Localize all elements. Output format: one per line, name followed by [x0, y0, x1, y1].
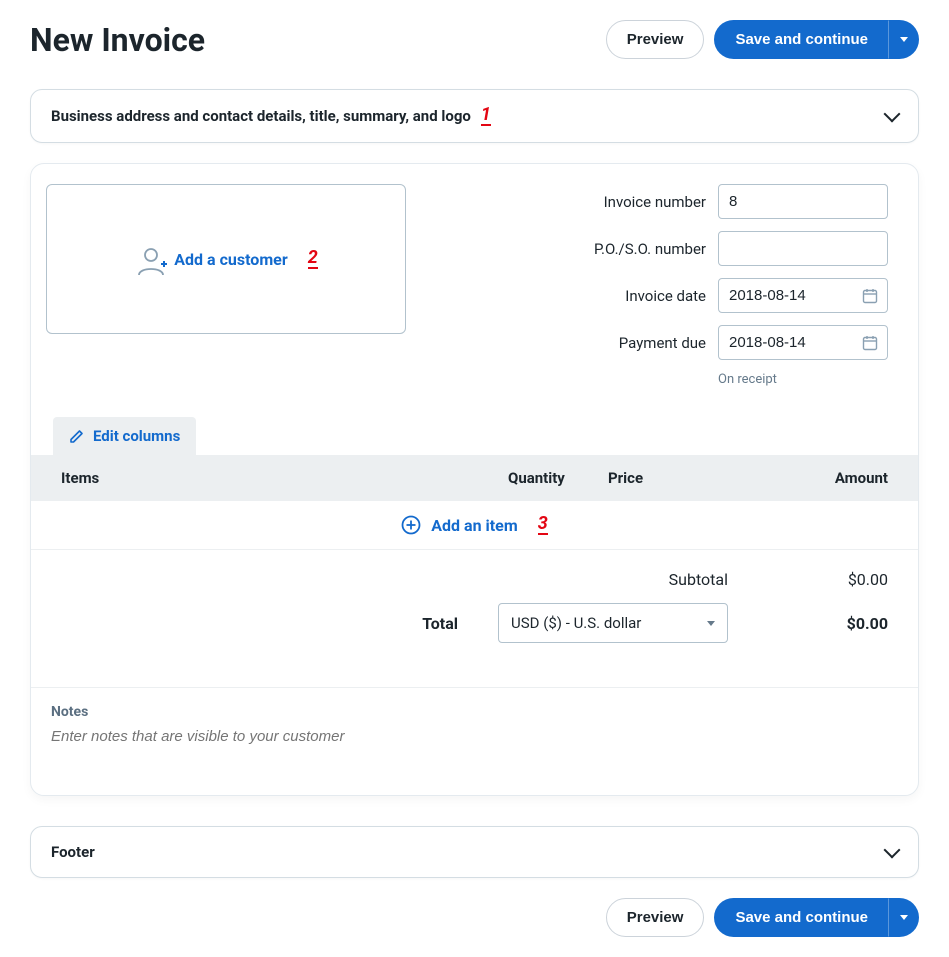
preview-button-footer[interactable]: Preview [606, 898, 705, 937]
col-header-quantity: Quantity [508, 469, 608, 487]
calendar-icon[interactable] [862, 288, 878, 304]
add-customer-label: Add a customer [174, 250, 287, 269]
caret-down-icon [707, 621, 715, 626]
edit-columns-label: Edit columns [93, 427, 180, 445]
poso-label: P.O./S.O. number [546, 240, 706, 258]
line-items-header: Items Quantity Price Amount [31, 455, 918, 501]
save-split-button: Save and continue [714, 20, 919, 59]
business-details-label: Business address and contact details, ti… [51, 106, 491, 126]
footer-panel-label: Footer [51, 843, 95, 861]
currency-select[interactable]: USD ($) - U.S. dollar [498, 603, 728, 643]
col-header-price: Price [608, 469, 758, 487]
add-item-label: Add an item [431, 516, 517, 535]
add-customer-inner: Add a customer 2 [134, 244, 317, 274]
notes-label: Notes [51, 704, 898, 720]
footer-panel[interactable]: Footer [30, 826, 919, 878]
add-item-inner: Add an item 3 [401, 515, 547, 535]
invoice-top-section: Add a customer 2 Invoice number P.O./S.O… [31, 164, 918, 417]
payment-due-row: Payment due [546, 325, 888, 360]
payment-due-hint: On receipt [718, 372, 888, 387]
page-header: New Invoice Preview Save and continue [30, 20, 919, 59]
footer-actions: Preview Save and continue [30, 898, 919, 937]
save-and-continue-button[interactable]: Save and continue [714, 20, 889, 59]
save-dropdown-toggle[interactable] [889, 20, 919, 59]
save-dropdown-toggle-footer[interactable] [889, 898, 919, 937]
page-title: New Invoice [30, 21, 205, 59]
pencil-icon [69, 428, 85, 444]
subtotal-row: Subtotal $0.00 [61, 570, 888, 589]
subtotal-label: Subtotal [669, 570, 728, 589]
calendar-icon[interactable] [862, 335, 878, 351]
invoice-number-label: Invoice number [546, 193, 706, 211]
add-item-row[interactable]: Add an item 3 [31, 501, 918, 550]
notes-input[interactable] [51, 728, 898, 745]
total-row: Total USD ($) - U.S. dollar $0.00 [61, 603, 888, 643]
edit-columns-wrap: Edit columns [31, 417, 918, 455]
header-actions: Preview Save and continue [606, 20, 919, 59]
notes-section: Notes [31, 687, 918, 795]
invoice-date-row: Invoice date [546, 278, 888, 313]
poso-input[interactable] [718, 231, 888, 266]
preview-button[interactable]: Preview [606, 20, 705, 59]
total-label: Total [422, 614, 458, 633]
total-value: $0.00 [768, 614, 888, 633]
chevron-down-icon [884, 106, 901, 123]
subtotal-value: $0.00 [768, 570, 888, 589]
totals-section: Subtotal $0.00 Total USD ($) - U.S. doll… [31, 550, 918, 687]
add-customer-box[interactable]: Add a customer 2 [46, 184, 406, 334]
invoice-meta-fields: Invoice number P.O./S.O. number Invoice … [446, 184, 888, 387]
caret-down-icon [900, 915, 908, 920]
business-details-panel[interactable]: Business address and contact details, ti… [30, 89, 919, 143]
edit-columns-button[interactable]: Edit columns [53, 417, 196, 455]
business-details-text: Business address and contact details, ti… [51, 107, 471, 125]
save-split-button-footer: Save and continue [714, 898, 919, 937]
annotation-3: 3 [538, 515, 548, 535]
caret-down-icon [900, 37, 908, 42]
annotation-1: 1 [481, 106, 491, 126]
invoice-form-panel: Add a customer 2 Invoice number P.O./S.O… [30, 163, 919, 796]
save-and-continue-button-footer[interactable]: Save and continue [714, 898, 889, 937]
col-header-amount: Amount [758, 469, 888, 487]
payment-due-hint-row: On receipt [718, 372, 888, 387]
col-header-items: Items [61, 469, 508, 487]
invoice-date-label: Invoice date [546, 287, 706, 305]
poso-row: P.O./S.O. number [546, 231, 888, 266]
plus-circle-icon [401, 515, 421, 535]
annotation-2: 2 [308, 249, 318, 269]
invoice-number-row: Invoice number [546, 184, 888, 219]
chevron-down-icon [884, 842, 901, 859]
payment-due-label: Payment due [546, 334, 706, 352]
person-add-icon [134, 244, 164, 274]
invoice-number-input[interactable] [718, 184, 888, 219]
currency-value: USD ($) - U.S. dollar [511, 614, 641, 632]
